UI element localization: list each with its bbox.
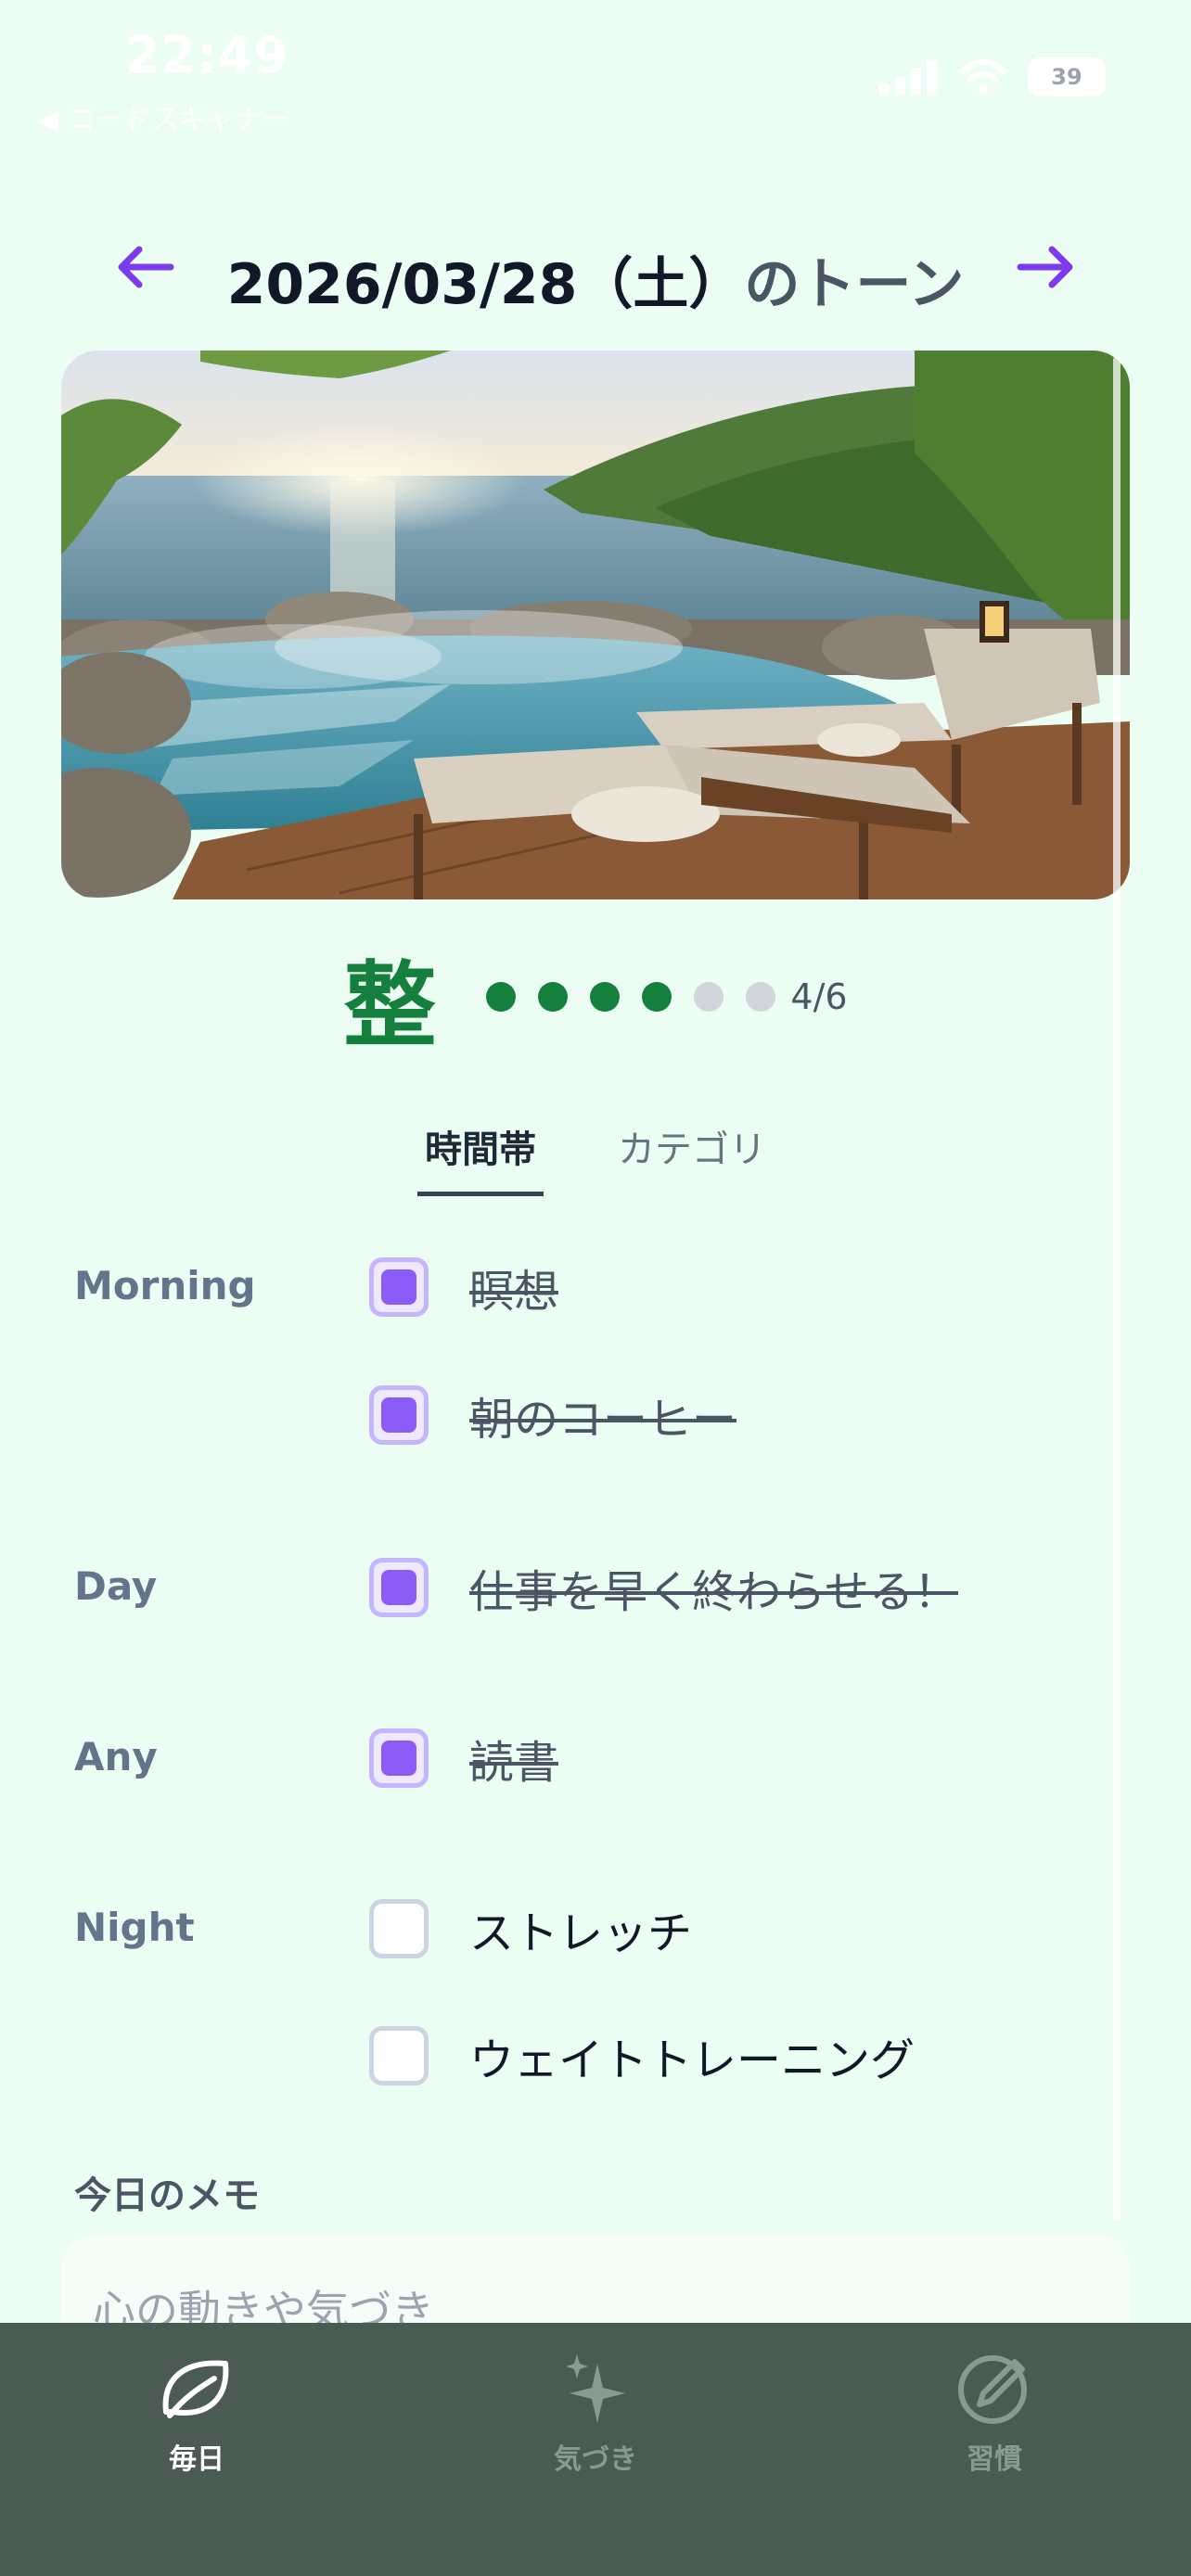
tone-indicator: 整 4/6 <box>0 937 1191 1060</box>
sparkle-icon <box>566 2354 625 2423</box>
tone-dots <box>486 982 776 1012</box>
hero-image <box>61 351 1130 899</box>
tabbar-item-habits[interactable]: 習慣 <box>855 2341 1133 2477</box>
tone-count: 4/6 <box>790 976 848 1017</box>
arrow-right-icon <box>1017 246 1073 288</box>
tone-kanji: 整 <box>343 950 437 1060</box>
signal-icon <box>879 60 937 96</box>
task-label: 朝のコーヒー <box>469 1394 737 1446</box>
next-day-button[interactable] <box>1013 237 1080 297</box>
status-bar: 22:49 ◀ コードスキャナー 39 <box>0 0 1191 136</box>
task-label: 読書 <box>469 1737 559 1789</box>
tone-dot <box>746 982 776 1012</box>
tone-dot <box>538 982 569 1012</box>
group-label-morning: Morning <box>74 1263 256 1308</box>
date-navigation: 2026/03/28（土）のトーン <box>0 223 1191 317</box>
task-checkbox[interactable] <box>369 1899 429 1958</box>
task-checkbox[interactable] <box>369 1558 429 1617</box>
task-label: ストレッチ <box>469 1907 693 1959</box>
task-item[interactable]: 朝のコーヒー <box>369 1378 736 1452</box>
task-item[interactable]: ウェイトトレーニング <box>369 2019 915 2093</box>
tabbar-label: 毎日 <box>169 2443 224 2476</box>
battery-indicator: 39 <box>1028 57 1106 96</box>
wifi-icon <box>960 59 1006 94</box>
tabbar-item-insights[interactable]: 気づき <box>456 2341 735 2477</box>
task-checkbox[interactable] <box>369 1385 429 1445</box>
tabbar-item-daily[interactable]: 毎日 <box>58 2341 336 2477</box>
tone-dot <box>642 982 672 1012</box>
memo-title: 今日のメモ <box>74 2174 260 2217</box>
tab-time-of-day[interactable]: 時間帯 <box>417 1108 544 1196</box>
tone-progress: 4/6 <box>486 976 848 1017</box>
task-item[interactable]: 瞑想 <box>369 1250 558 1324</box>
task-label: 瞑想 <box>469 1266 559 1318</box>
date-text: 2026/03/28（土） <box>226 252 745 317</box>
task-checkbox[interactable] <box>369 2026 429 2085</box>
task-label: 仕事を早く終わらせる！ <box>469 1566 959 1618</box>
tone-dot <box>694 982 724 1012</box>
date-suffix: のトーン <box>744 252 965 317</box>
task-item[interactable]: 仕事を早く終わらせる！ <box>369 1550 958 1625</box>
back-to-app-link[interactable]: ◀ コードスキャナー <box>37 96 290 137</box>
status-icons: 39 <box>879 57 1106 96</box>
task-checkbox[interactable] <box>369 1728 429 1788</box>
tabbar-label: 習慣 <box>967 2443 1022 2476</box>
group-label-day: Day <box>74 1563 158 1609</box>
leaf-icon <box>162 2360 229 2418</box>
task-item[interactable]: 読書 <box>369 1721 558 1795</box>
scrollbar[interactable] <box>1113 356 1121 2220</box>
task-label: ウェイトトレーニング <box>469 2034 916 2086</box>
group-label-any: Any <box>74 1734 158 1779</box>
status-time: 22:49 <box>125 26 289 84</box>
bottom-tab-bar: 毎日 気づき 習慣 <box>0 2323 1191 2576</box>
group-label-night: Night <box>74 1905 195 1950</box>
view-tabs: 時間帯 カテゴリ <box>0 1108 1191 1196</box>
pencil-circle-icon <box>958 2355 1027 2424</box>
task-item[interactable]: ストレッチ <box>369 1892 692 1966</box>
tab-category[interactable]: カテゴリ <box>610 1108 774 1196</box>
tabbar-label: 気づき <box>554 2443 637 2476</box>
tone-dot <box>486 982 517 1012</box>
tone-dot <box>590 982 621 1012</box>
task-checkbox[interactable] <box>369 1257 429 1317</box>
